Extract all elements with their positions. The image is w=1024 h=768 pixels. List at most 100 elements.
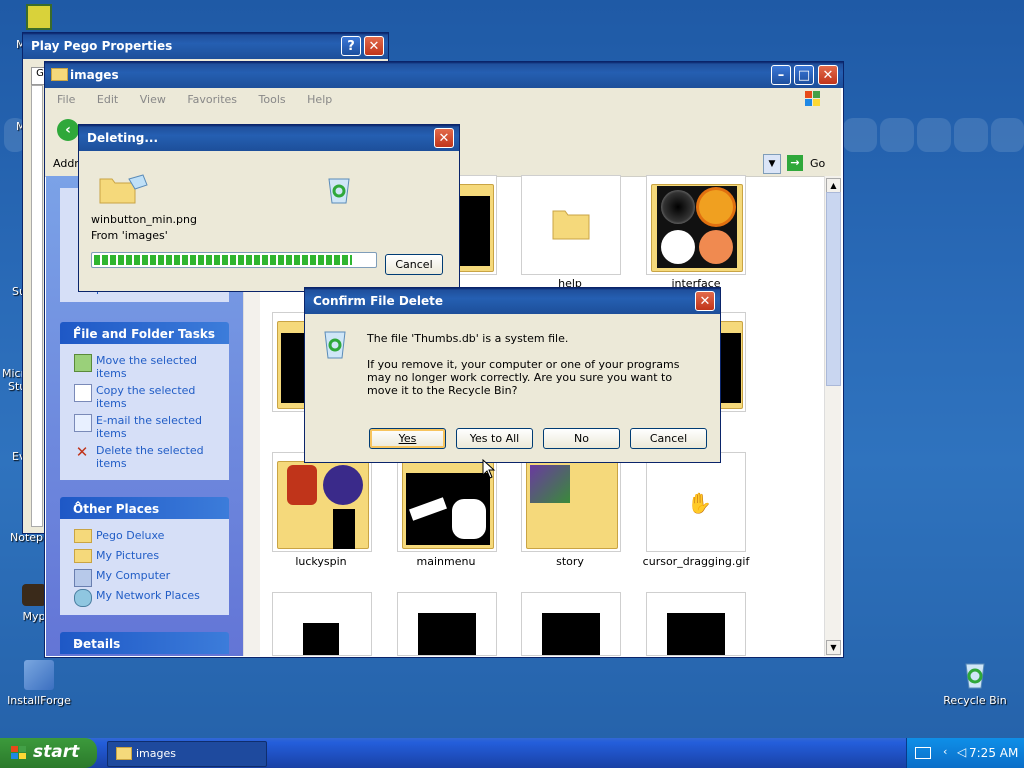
- scroll-thumb[interactable]: [826, 192, 841, 386]
- folder-icon: [51, 68, 68, 81]
- windows-logo-icon: [11, 746, 26, 759]
- collapse-icon[interactable]: ⌃: [73, 499, 221, 513]
- image-preview: [542, 613, 600, 655]
- expand-icon[interactable]: ⌄: [73, 634, 221, 648]
- confirm-titlebar[interactable]: Confirm File Delete ✕: [305, 288, 720, 314]
- recycle-bin-icon: [959, 658, 991, 690]
- thumbnail-partial[interactable]: [397, 592, 497, 656]
- properties-titlebar[interactable]: Play Pego Properties ? ✕: [23, 33, 388, 59]
- file-tasks-header[interactable]: File and Folder Tasks ⌃: [60, 322, 229, 344]
- cancel-button[interactable]: Cancel: [385, 254, 443, 275]
- windows-logo-icon: [801, 90, 831, 108]
- other-places-header[interactable]: Other Places ⌃: [60, 497, 229, 519]
- keyboard-icon[interactable]: [915, 747, 931, 759]
- email-task[interactable]: E-mail the selected items: [96, 414, 221, 440]
- volume-icon[interactable]: ◁: [957, 745, 966, 759]
- place-pego-deluxe[interactable]: Pego Deluxe: [96, 529, 221, 542]
- help-button[interactable]: ?: [341, 36, 361, 56]
- minimize-button[interactable]: –: [771, 65, 791, 85]
- delete-icon: ✕: [75, 443, 89, 461]
- confirm-message: The file 'Thumbs.db' is a system file.: [367, 332, 569, 345]
- deleting-titlebar[interactable]: Deleting... ✕: [79, 125, 459, 151]
- desktop-icon-recycle-bin[interactable]: Recycle Bin: [940, 658, 1010, 707]
- menu-help[interactable]: Help: [307, 93, 332, 106]
- yes-button[interactable]: Yes: [369, 428, 446, 449]
- confirm-title: Confirm File Delete: [313, 294, 444, 308]
- maximize-button[interactable]: □: [794, 65, 814, 85]
- taskbar-item-label: images: [136, 747, 176, 760]
- installforge-icon: [24, 660, 54, 690]
- copy-task[interactable]: Copy the selected items: [96, 384, 221, 410]
- close-button[interactable]: ✕: [364, 36, 384, 56]
- go-button[interactable]: Go: [810, 157, 825, 170]
- thumbnail-interface[interactable]: [646, 175, 746, 275]
- menu-view[interactable]: View: [140, 93, 166, 106]
- folder-icon: [116, 747, 132, 760]
- email-icon: [74, 414, 92, 432]
- image-preview: [303, 623, 339, 655]
- close-button[interactable]: ✕: [695, 291, 715, 311]
- explorer-titlebar[interactable]: images – □ ✕: [45, 62, 843, 88]
- preview-shape: [699, 230, 733, 264]
- move-task[interactable]: Move the selected items: [96, 354, 221, 380]
- program-icon[interactable]: [26, 4, 52, 30]
- taskbar-item-images[interactable]: images: [107, 741, 267, 767]
- move-icon: [74, 354, 92, 372]
- image-preview: [418, 613, 476, 655]
- close-button[interactable]: ✕: [434, 128, 454, 148]
- address-dropdown-icon[interactable]: ▼: [763, 154, 781, 174]
- chevron-left-icon[interactable]: ‹: [943, 745, 947, 758]
- copy-icon: [74, 384, 92, 402]
- thumbnail-label: mainmenu: [416, 555, 476, 568]
- menu-items: File Edit View Favorites Tools Help: [57, 93, 350, 106]
- thumbnail-partial[interactable]: [646, 592, 746, 656]
- place-my-computer[interactable]: My Computer: [96, 569, 221, 582]
- scroll-down-icon[interactable]: ▼: [826, 640, 841, 655]
- menu-tools[interactable]: Tools: [259, 93, 286, 106]
- thumbnail-partial[interactable]: [521, 592, 621, 656]
- thumbnail-label: story: [556, 555, 584, 568]
- close-button[interactable]: ✕: [818, 65, 838, 85]
- system-tray: ‹ ◁ 7:25 AM: [906, 738, 1024, 768]
- folder-animation-icon: [99, 174, 148, 204]
- scroll-up-icon[interactable]: ▲: [826, 178, 841, 193]
- my-pictures-icon: [74, 549, 92, 563]
- network-icon: [74, 589, 92, 607]
- cancel-button[interactable]: Cancel: [630, 428, 707, 449]
- yes-to-all-button[interactable]: Yes to All: [456, 428, 533, 449]
- confirm-delete-dialog: Confirm File Delete ✕ The file 'Thumbs.d…: [304, 287, 721, 463]
- image-preview: [667, 613, 725, 655]
- details-header[interactable]: Details ⌄: [60, 632, 229, 654]
- back-icon[interactable]: ‹: [57, 119, 79, 141]
- desktop-icon-installforge[interactable]: InstallForge: [4, 660, 74, 707]
- collapse-icon[interactable]: ⌃: [73, 324, 221, 338]
- menu-favorites[interactable]: Favorites: [187, 93, 237, 106]
- properties-panel: [31, 85, 43, 527]
- thumbnail-story[interactable]: [521, 452, 621, 552]
- image-preview: [657, 186, 737, 268]
- menu-edit[interactable]: Edit: [97, 93, 118, 106]
- clock[interactable]: 7:25 AM: [969, 746, 1018, 760]
- no-button[interactable]: No: [543, 428, 620, 449]
- image-preview: [287, 465, 317, 505]
- menu-file[interactable]: File: [57, 93, 75, 106]
- place-my-pictures[interactable]: My Pictures: [96, 549, 221, 562]
- desktop-decoration: [917, 118, 951, 152]
- thumbnail-cursor-dragging[interactable]: ✋: [646, 452, 746, 552]
- place-my-network[interactable]: My Network Places: [96, 589, 221, 602]
- desktop-decoration: [991, 118, 1024, 152]
- hand-cursor-icon: ✋: [687, 491, 712, 515]
- deleting-dialog: Deleting... ✕ winbutton_min.png From 'im…: [78, 124, 460, 292]
- thumbnail-luckyspin[interactable]: [272, 452, 372, 552]
- vertical-scrollbar[interactable]: ▲ ▼: [824, 176, 841, 656]
- start-button[interactable]: start: [0, 738, 97, 768]
- desktop-decoration: [880, 118, 914, 152]
- thumbnail-partial[interactable]: [272, 592, 372, 656]
- image-preview: [530, 465, 570, 503]
- go-arrow-icon[interactable]: →: [787, 155, 803, 171]
- image-preview: [323, 465, 363, 505]
- delete-task[interactable]: Delete the selected items: [96, 444, 221, 470]
- desktop-decoration: [843, 118, 877, 152]
- image-preview: [406, 473, 490, 545]
- thumbnail-help[interactable]: [521, 175, 621, 275]
